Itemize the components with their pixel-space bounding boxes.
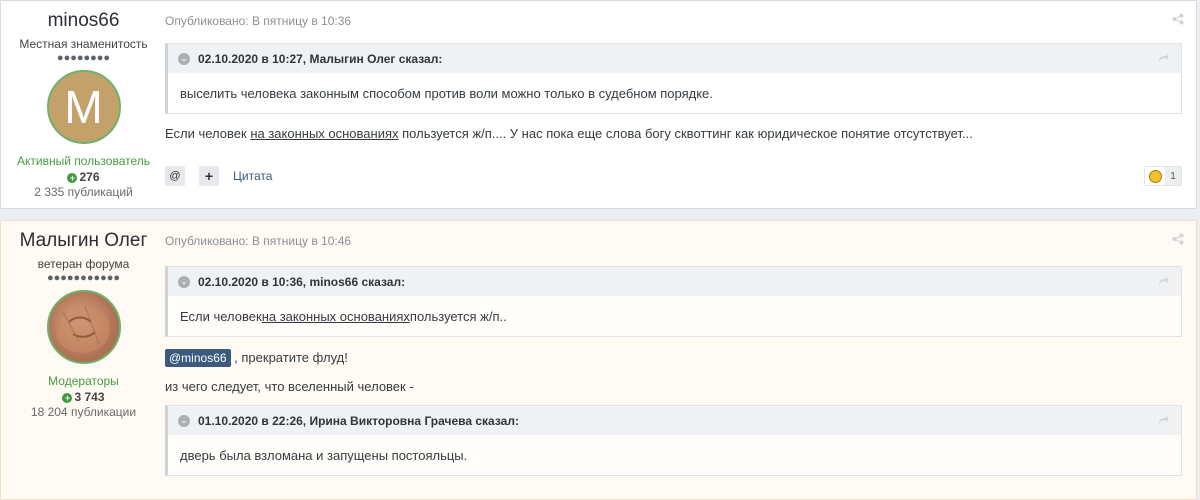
post-text-mention: @minos66 , прекратите флуд! <box>165 349 348 367</box>
share-arrow-icon[interactable] <box>1157 52 1169 64</box>
quote-citation: 01.10.2020 в 22:26, Ирина Викторовна Гра… <box>198 413 519 428</box>
avatar-image <box>56 305 110 353</box>
author-title: ветеран форума <box>37 257 130 271</box>
post-tools <box>1172 13 1184 25</box>
text-segment: пользуется ж/п.. <box>409 308 507 324</box>
rank-pips: ●●●●●●●● <box>56 52 111 64</box>
avatar[interactable] <box>46 290 121 364</box>
text-underlined: на законных основаниях <box>250 126 399 141</box>
mention-button[interactable]: @ <box>165 166 185 186</box>
share-icon[interactable] <box>1172 233 1184 245</box>
mention-tag[interactable]: @minos66 <box>165 349 231 367</box>
plus-icon: + <box>67 173 78 183</box>
author-panel: minos66 Местная знаменитость ●●●●●●●● M … <box>1 1 166 208</box>
post: minos66 Местная знаменитость ●●●●●●●● M … <box>0 0 1197 209</box>
quote-body: Если человек на законных основаниях поль… <box>168 296 1181 336</box>
quote-citation: 02.10.2020 в 10:36, minos66 сказал: <box>198 274 406 289</box>
post-tools <box>1172 233 1184 245</box>
chevron-down-icon[interactable]: ⌄ <box>178 414 190 427</box>
quote-citation: 02.10.2020 в 10:27, Малыгин Олег сказал: <box>198 51 443 66</box>
reaction-emoji-icon <box>1145 167 1165 185</box>
quote-block: ⌄ 01.10.2020 в 22:26, Ирина Викторовна Г… <box>165 405 1182 476</box>
post-meta[interactable]: Опубликовано: В пятницу в 10:46 <box>165 234 351 248</box>
reaction-count: 1 <box>1165 167 1181 185</box>
text-segment: пользуется ж/п.... У нас пока еще слова … <box>398 126 973 141</box>
post-actions: @ + Цитата <box>165 166 272 186</box>
reputation: +276 <box>1 170 166 184</box>
post-content: Опубликовано: В пятницу в 10:36 ⌄ 02.10.… <box>165 1 1196 208</box>
reputation-value: 3 743 <box>74 390 105 404</box>
posts-count: 2 335 публикаций <box>34 185 133 199</box>
share-arrow-icon[interactable] <box>1157 275 1169 287</box>
user-group: Активный пользователь <box>17 154 150 168</box>
rank-pips: ●●●●●●●●●●● <box>46 272 121 284</box>
reputation-value: 276 <box>79 170 100 184</box>
quote-body: дверь была взломана и запущены постояльц… <box>180 447 468 463</box>
text-segment: Если человек <box>165 126 251 141</box>
avatar[interactable]: M <box>46 70 121 144</box>
chevron-down-icon[interactable]: ⌄ <box>178 52 190 65</box>
avatar-letter: M <box>64 81 103 133</box>
quote-block: ⌄ 02.10.2020 в 10:36, minos66 сказал: Ес… <box>165 266 1182 337</box>
text-segment: Если человек <box>180 308 262 324</box>
quote-header: ⌄ 02.10.2020 в 10:36, minos66 сказал: <box>168 267 1181 296</box>
quote-body: выселить человека законным способом прот… <box>180 85 713 101</box>
author-panel: Малыгин Олег ветеран форума ●●●●●●●●●●● … <box>1 221 166 499</box>
quote-block: ⌄ 02.10.2020 в 10:27, Малыгин Олег сказа… <box>165 43 1182 114</box>
reputation: +3 743 <box>1 390 166 404</box>
quote-button[interactable]: Цитата <box>233 169 272 183</box>
plus-icon: + <box>62 393 73 403</box>
posts-count: 18 204 публикации <box>30 405 137 419</box>
post-text: из чего следует, что вселенный человек - <box>165 379 414 394</box>
text-underlined: на законных основаниях <box>261 308 410 324</box>
author-title: Местная знаменитость <box>19 37 148 51</box>
user-group: Модераторы <box>48 374 119 388</box>
chevron-down-icon[interactable]: ⌄ <box>178 275 190 288</box>
post: Малыгин Олег ветеран форума ●●●●●●●●●●● … <box>0 220 1197 500</box>
multiquote-button[interactable]: + <box>199 166 219 186</box>
quote-header: ⌄ 01.10.2020 в 22:26, Ирина Викторовна Г… <box>168 406 1181 435</box>
author-name[interactable]: minos66 <box>1 10 166 32</box>
share-icon[interactable] <box>1172 13 1184 25</box>
quote-header: ⌄ 02.10.2020 в 10:27, Малыгин Олег сказа… <box>168 44 1181 73</box>
author-name[interactable]: Малыгин Олег <box>1 230 166 252</box>
post-meta[interactable]: Опубликовано: В пятницу в 10:36 <box>165 14 351 28</box>
share-arrow-icon[interactable] <box>1157 414 1169 426</box>
text-segment: , прекратите флуд! <box>230 350 348 365</box>
reaction-badge[interactable]: 1 <box>1144 166 1182 186</box>
post-text: Если человек на законных основаниях поль… <box>165 126 973 141</box>
post-content: Опубликовано: В пятницу в 10:46 ⌄ 02.10.… <box>165 221 1196 499</box>
